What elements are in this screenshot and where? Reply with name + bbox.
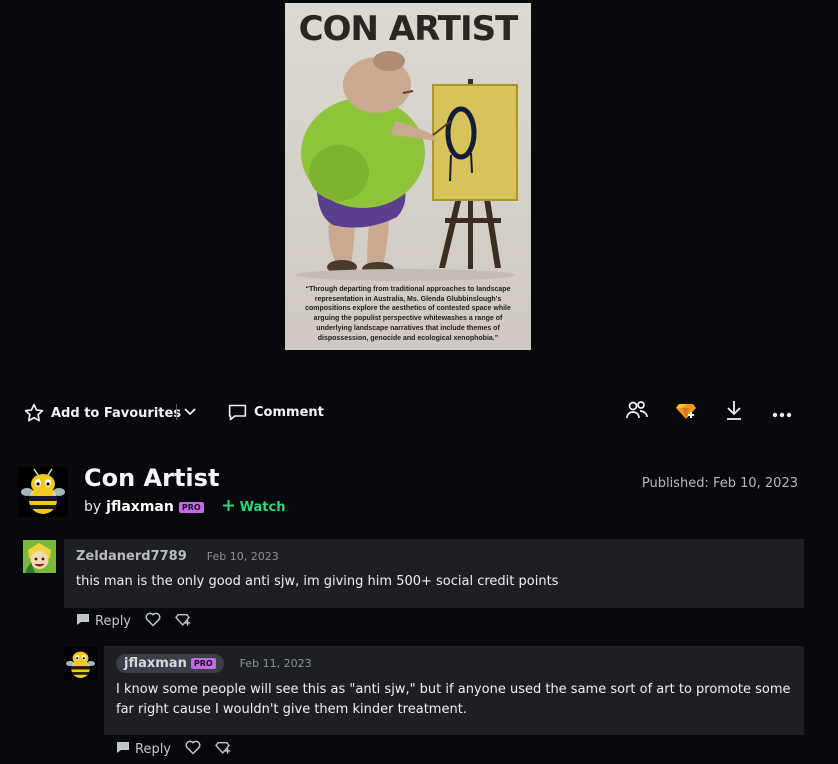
by-prefix: by — [84, 499, 102, 515]
artwork-quote: “Through departing from traditional appr… — [305, 286, 511, 342]
watch-label: Watch — [239, 499, 286, 515]
reply-text: I know some people will see this as "ant… — [116, 682, 791, 717]
star-icon — [23, 402, 45, 424]
commenter-avatar-image — [23, 540, 56, 573]
commenter-avatar[interactable] — [23, 540, 56, 573]
download-icon — [722, 398, 746, 426]
pro-badge: PRO — [178, 501, 204, 513]
reply-label: Reply — [95, 614, 132, 629]
reply-author: jflaxman — [124, 656, 187, 671]
download-button[interactable] — [721, 399, 747, 425]
add-to-favourites-button[interactable]: Add to Favourites — [23, 402, 181, 424]
deviation-title: Con Artist — [84, 464, 220, 492]
reply-pro-badge: PRO — [190, 658, 216, 669]
bee-avatar-image-small — [64, 647, 97, 680]
reply-label: Reply — [135, 742, 172, 757]
author-link[interactable]: jflaxman — [106, 499, 174, 515]
more-icon — [772, 403, 792, 422]
comment-actions: Reply — [76, 612, 192, 631]
reply-card: jflaxman PRO Feb 11, 2023 I know some pe… — [104, 646, 804, 735]
give-comment-icon[interactable] — [215, 740, 232, 759]
comment-author[interactable]: Zeldanerd7789 — [76, 549, 187, 564]
chevron-down-icon — [183, 403, 197, 422]
reply-button[interactable]: Reply — [76, 613, 131, 630]
published-date: Published: Feb 10, 2023 — [641, 476, 798, 491]
plus-icon — [222, 499, 234, 515]
comment-button[interactable]: Comment — [227, 402, 324, 423]
reply-actions: Reply — [116, 740, 232, 759]
favourites-dropdown-button[interactable] — [177, 399, 203, 425]
comment-date: Feb 10, 2023 — [206, 550, 279, 563]
give-comment-icon[interactable] — [175, 612, 192, 631]
share-button[interactable] — [624, 399, 650, 425]
comment-card: Zeldanerd7789 Feb 10, 2023 this man is t… — [64, 539, 804, 608]
more-options-button[interactable] — [769, 399, 795, 425]
like-icon[interactable] — [185, 740, 201, 759]
give-button[interactable] — [673, 399, 699, 425]
artwork-image[interactable]: CON ARTIST “Through departing from tradi… — [285, 3, 531, 350]
reply-icon — [116, 741, 130, 758]
comment-label: Comment — [254, 405, 324, 420]
reply-button[interactable]: Reply — [116, 741, 171, 758]
byline: by jflaxman PRO Watch — [84, 499, 285, 515]
author-avatar[interactable] — [18, 467, 68, 517]
comment-icon — [227, 402, 248, 423]
gem-icon — [674, 398, 698, 426]
reply-date: Feb 11, 2023 — [239, 657, 312, 670]
comment-text: this man is the only good anti sjw, im g… — [76, 574, 559, 589]
bee-avatar-image — [21, 468, 65, 514]
reply-icon — [76, 613, 90, 630]
reply-author-pill[interactable]: jflaxman PRO — [116, 654, 224, 673]
add-to-favourites-label: Add to Favourites — [51, 405, 182, 421]
reply-author-avatar[interactable] — [64, 647, 97, 680]
users-icon — [625, 398, 649, 426]
like-icon[interactable] — [145, 612, 161, 631]
watch-button[interactable]: Watch — [222, 499, 286, 515]
